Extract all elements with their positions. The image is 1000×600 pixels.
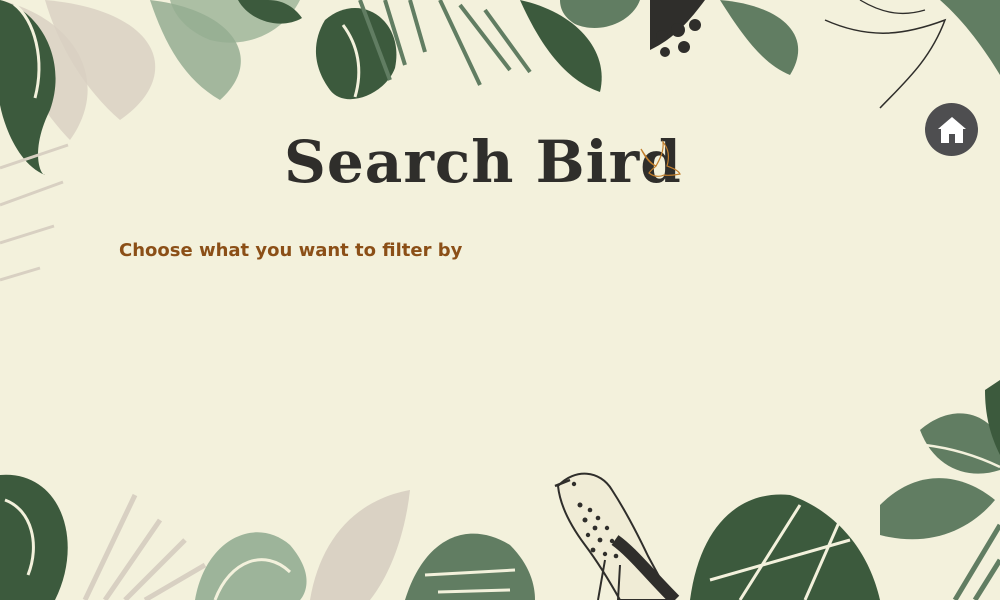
home-icon bbox=[937, 116, 966, 143]
page-title: Search Bird bbox=[284, 128, 682, 196]
foliage-decoration bbox=[0, 0, 1000, 600]
search-bird-page: Search Bird Choose what you want to filt… bbox=[0, 0, 1000, 600]
filter-instruction: Choose what you want to filter by bbox=[119, 240, 463, 261]
home-button[interactable] bbox=[925, 103, 978, 156]
flying-bird-icon bbox=[640, 140, 681, 177]
